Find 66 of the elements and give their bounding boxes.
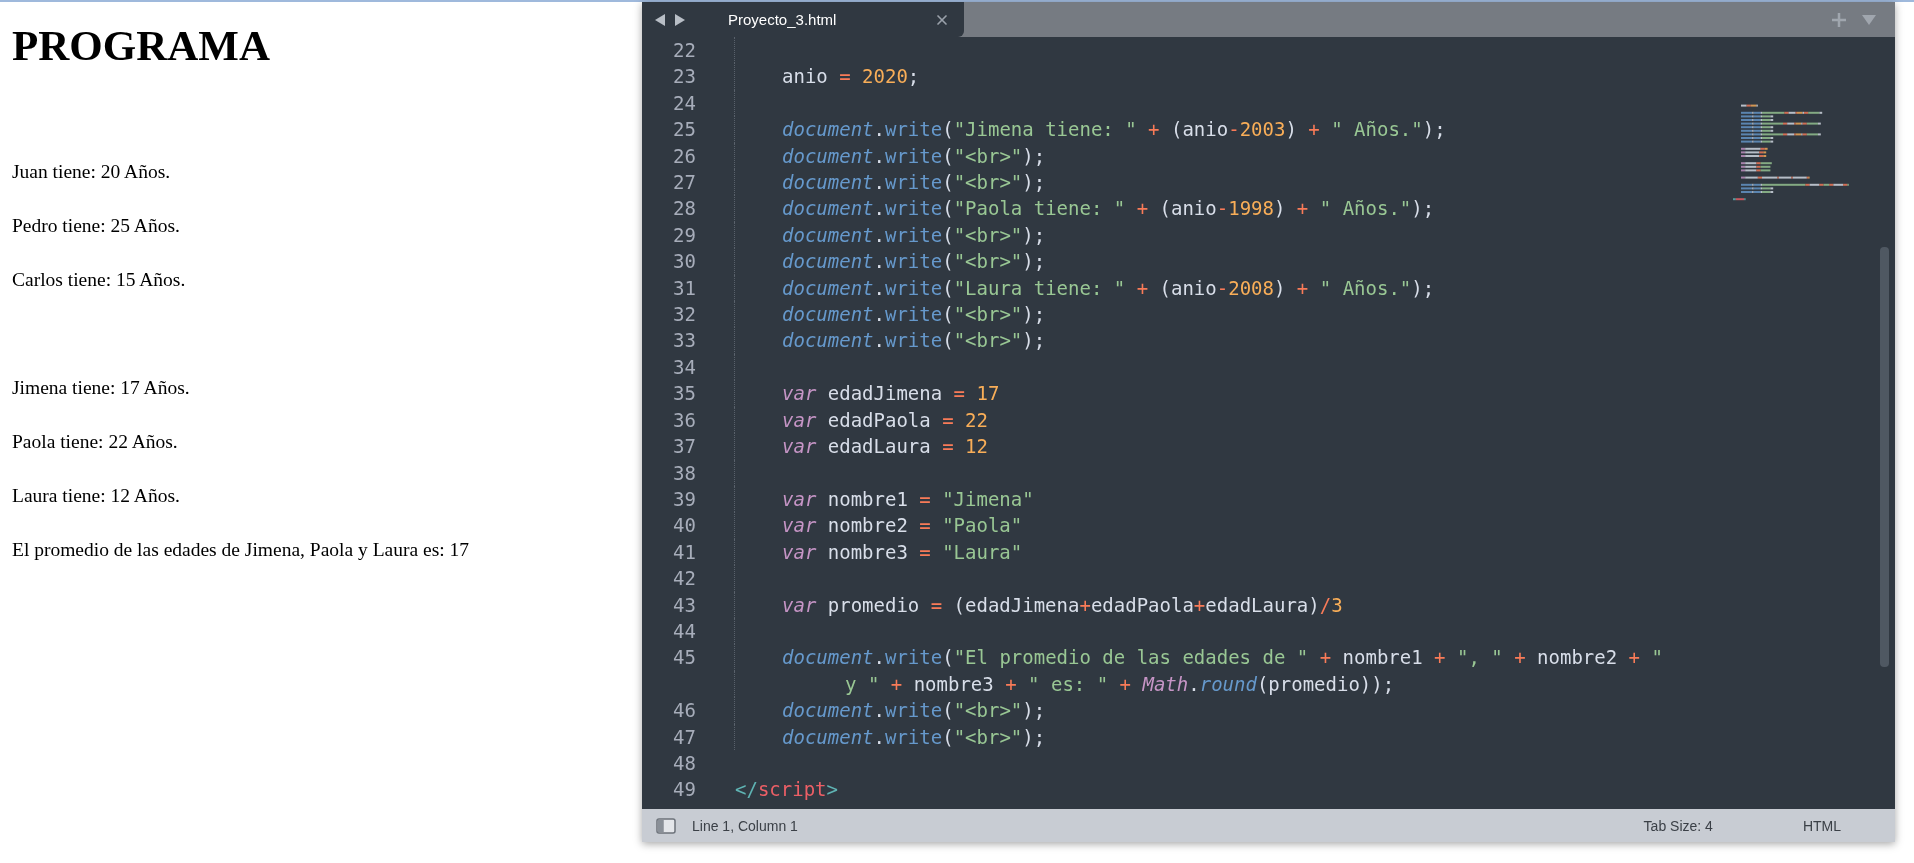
code-line: document.write("<br>"); [734, 248, 1046, 275]
line-number: 44 [672, 618, 696, 644]
panel-icon[interactable] [656, 817, 676, 834]
line-number: 49 [672, 777, 696, 803]
output-line: Juan tiene: 20 Años. [12, 160, 172, 184]
file-tab[interactable]: Proyecto_3.html [706, 2, 964, 37]
code-line: </script> [734, 777, 838, 803]
code-line: y " + nombre3 + " es: " + Math.round(promedio)); [734, 670, 1663, 698]
code-line: var edadPaola = 22 [734, 406, 988, 434]
line-number: 43 [672, 592, 696, 618]
code-line: document.write("<br>"); [734, 169, 1046, 196]
output-line: Pedro tiene: 25 Años. [12, 214, 181, 238]
scrollbar-thumb[interactable] [1880, 247, 1889, 667]
line-number: 47 [672, 724, 696, 750]
line-number: 26 [672, 143, 696, 169]
line-number: 48 [672, 750, 696, 776]
code-line: document.write("<br>"); [734, 327, 1046, 354]
line-number: 37 [672, 434, 696, 460]
output-line: El promedio de las edades de Jimena, Paola y Laura es: 17 [12, 538, 471, 562]
line-number: 31 [672, 275, 696, 301]
line-number: 24 [672, 90, 696, 116]
line-number: 25 [672, 117, 696, 143]
code-line: var nombre3 = "Laura" [734, 538, 1023, 566]
line-number: 33 [672, 328, 696, 354]
code-line: document.write("Paola tiene: " + (anio-1998) + " Años."); [734, 195, 1435, 222]
line-number: 40 [672, 513, 696, 539]
line-number: 32 [672, 302, 696, 328]
output-line: Paola tiene: 22 Años. [12, 430, 179, 454]
code-line: document.write("<br>"); [734, 221, 1046, 249]
line-number: 39 [672, 486, 696, 512]
nav-left-icon[interactable] [654, 12, 666, 27]
line-number: 36 [672, 407, 696, 433]
code-line: document.write("Laura tiene: " + (anio-2008) + " Años."); [734, 274, 1435, 302]
output-line: Jimena tiene: 17 Años. [12, 376, 191, 400]
code-line: var edadJimena = 17 [734, 380, 1000, 407]
code-line: document.write("<br>"); [734, 301, 1046, 328]
code-line: var edadLaura = 12 [734, 433, 988, 460]
line-number: 45 [672, 645, 696, 671]
syntax-mode[interactable]: HTML [1802, 817, 1841, 834]
line-number: 30 [672, 249, 696, 275]
line-number: 23 [672, 64, 696, 90]
line-number: 46 [672, 698, 696, 724]
line-number: 38 [672, 460, 696, 486]
code-line: var nombre1 = "Jimena" [734, 485, 1034, 513]
line-number: 27 [672, 170, 696, 196]
line-number: 42 [672, 566, 696, 592]
cursor-position[interactable]: Line 1, Column 1 [692, 817, 798, 834]
line-number: 41 [672, 539, 696, 565]
tab-size[interactable]: Tab Size: 4 [1643, 817, 1713, 834]
code-line: document.write("<br>"); [734, 142, 1046, 170]
line-number: 22 [672, 38, 696, 63]
output-line: Carlos tiene: 15 Años. [12, 268, 187, 292]
output-line: Laura tiene: 12 Años. [12, 484, 181, 508]
nav-right-icon[interactable] [674, 12, 686, 27]
page-heading: PROGRAMA [12, 21, 271, 71]
line-number: 34 [672, 354, 696, 380]
line-number: 29 [672, 222, 696, 248]
code-line: var promedio = (edadJimena+edadPaola+edadLaura)/3 [734, 591, 1343, 618]
code-line: document.write("<br>"); [734, 723, 1046, 750]
code-line: document.write("El promedio de las edades de " + nombre1 + ", " + nombre2 + " [734, 644, 1663, 671]
code-line: document.write("<br>"); [734, 697, 1046, 724]
code-line: document.write("Jimena tiene: " + (anio-2003) + " Años."); [734, 116, 1446, 143]
line-number: 28 [672, 196, 696, 222]
code-line: var nombre2 = "Paola" [734, 512, 1023, 539]
line-number: 35 [672, 381, 696, 407]
code-line: anio = 2020; [734, 63, 920, 90]
